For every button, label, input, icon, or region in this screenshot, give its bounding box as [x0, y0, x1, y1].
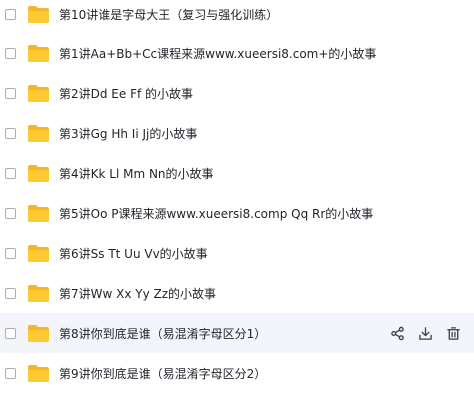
row-checkbox[interactable] — [5, 167, 16, 179]
row-checkbox[interactable] — [5, 8, 16, 20]
file-row[interactable]: 第4讲Kk Ll Mm Nn的小故事 — [0, 153, 474, 193]
file-row[interactable]: 第3讲Gg Hh Ii Jj的小故事 — [0, 113, 474, 153]
file-name[interactable]: 第6讲Ss Tt Uu Vv的小故事 — [59, 245, 208, 262]
file-name[interactable]: 第7讲Ww Xx Yy Zz的小故事 — [59, 285, 216, 302]
folder-icon — [28, 324, 49, 342]
file-name[interactable]: 第4讲Kk Ll Mm Nn的小故事 — [59, 165, 214, 182]
folder-icon — [28, 44, 49, 62]
file-name[interactable]: 第2讲Dd Ee Ff 的小故事 — [59, 85, 193, 102]
folder-icon — [28, 5, 49, 23]
folder-icon — [28, 124, 49, 142]
file-row[interactable]: 第6讲Ss Tt Uu Vv的小故事 — [0, 233, 474, 273]
delete-icon[interactable] — [445, 325, 461, 341]
row-checkbox[interactable] — [5, 247, 16, 259]
share-icon[interactable] — [389, 325, 405, 341]
folder-icon — [28, 84, 49, 102]
file-name[interactable]: 第1讲Aa+Bb+Cc课程来源www.xueersi8.com+的小故事 — [59, 45, 376, 62]
file-name[interactable]: 第8讲你到底是谁（易混淆字母区分1） — [59, 325, 266, 342]
file-row[interactable]: 第7讲Ww Xx Yy Zz的小故事 — [0, 273, 474, 313]
file-name[interactable]: 第10讲谁是字母大王（复习与强化训练） — [59, 6, 278, 23]
row-checkbox[interactable] — [5, 87, 16, 99]
folder-icon — [28, 364, 49, 382]
folder-icon — [28, 244, 49, 262]
file-row[interactable]: 第2讲Dd Ee Ff 的小故事 — [0, 73, 474, 113]
file-name[interactable]: 第3讲Gg Hh Ii Jj的小故事 — [59, 125, 197, 142]
folder-icon — [28, 164, 49, 182]
file-row[interactable]: 第10讲谁是字母大王（复习与强化训练） — [0, 0, 474, 34]
row-checkbox[interactable] — [5, 327, 16, 339]
file-row[interactable]: 第9讲你到底是谁（易混淆字母区分2） — [0, 353, 474, 393]
row-checkbox[interactable] — [5, 367, 16, 379]
row-checkbox[interactable] — [5, 127, 16, 139]
file-row-hovered[interactable]: 第8讲你到底是谁（易混淆字母区分1） — [0, 313, 474, 353]
folder-icon — [28, 204, 49, 222]
file-row[interactable]: 第5讲Oo P课程来源www.xueersi8.comp Qq Rr的小故事 — [0, 193, 474, 233]
file-name[interactable]: 第5讲Oo P课程来源www.xueersi8.comp Qq Rr的小故事 — [59, 205, 373, 222]
row-checkbox[interactable] — [5, 47, 16, 59]
row-checkbox[interactable] — [5, 287, 16, 299]
download-icon[interactable] — [417, 325, 433, 341]
row-actions — [389, 313, 461, 353]
row-checkbox[interactable] — [5, 207, 16, 219]
folder-icon — [28, 284, 49, 302]
file-list: 第10讲谁是字母大王（复习与强化训练） 第1讲Aa+Bb+Cc课程来源www.x… — [0, 0, 474, 401]
file-row[interactable]: 第1讲Aa+Bb+Cc课程来源www.xueersi8.com+的小故事 — [0, 33, 474, 73]
file-name[interactable]: 第9讲你到底是谁（易混淆字母区分2） — [59, 365, 266, 382]
